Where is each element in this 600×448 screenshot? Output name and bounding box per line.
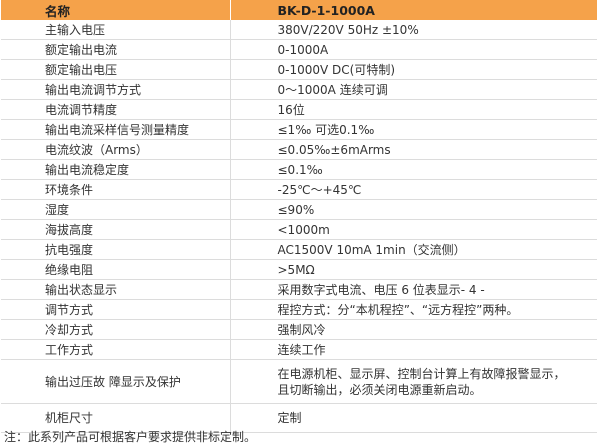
- param-value: ≤0.1‰: [229, 159, 597, 180]
- param-value: AC1500V 10mA 1min（交流侧）: [229, 239, 597, 260]
- param-name: 输出电流采样信号测量精度: [1, 119, 230, 140]
- param-name: 输出过压故 障显示及保护: [1, 359, 230, 404]
- table-row: 额定输出电压 0-1000V DC(可特制): [1, 59, 597, 80]
- param-name: 额定输出电压: [1, 59, 230, 80]
- param-value: 16位: [229, 99, 597, 120]
- param-value: ≤1‰ 可选0.1‰: [229, 119, 597, 140]
- param-name: 湿度: [1, 199, 230, 220]
- param-value: 0-1000A: [229, 39, 597, 60]
- table-row: 电流纹波（Arms） ≤0.05‰±6mArms: [1, 139, 597, 160]
- table-row: 冷却方式 强制风冷: [1, 319, 597, 340]
- table-row: 输出过压故 障显示及保护 在电源机柜、显示屏、控制台计算上有故障报警显示， 且切断输…: [1, 359, 597, 404]
- table-row: 输出电流稳定度 ≤0.1‰: [1, 159, 597, 180]
- table-row: 机柜尺寸 定制: [1, 403, 597, 433]
- param-value: 程控方式：分“本机程控”、“远方程控”两种。: [229, 299, 597, 320]
- param-name: 输出电流调节方式: [1, 79, 230, 100]
- table-row: 输出电流采样信号测量精度 ≤1‰ 可选0.1‰: [1, 119, 597, 140]
- table-row: 主输入电压 380V/220V 50Hz ±10%: [1, 20, 597, 40]
- param-name: 调节方式: [1, 299, 230, 320]
- param-value: 定制: [229, 403, 597, 433]
- param-value: 采用数字式电流、电压 6 位表显示- 4 -: [229, 279, 597, 300]
- header-model: BK-D-1-1000A: [230, 0, 597, 20]
- table-row: 电流调节精度 16位: [1, 99, 597, 120]
- table-row: 抗电强度 AC1500V 10mA 1min（交流侧）: [1, 239, 597, 260]
- param-name: 机柜尺寸: [1, 403, 230, 433]
- footnote: 注：此系列产品可根据客户要求提供非标定制。: [4, 430, 257, 444]
- param-name: 输出电流稳定度: [1, 159, 230, 180]
- param-value: -25℃～+45℃: [229, 179, 597, 200]
- param-name: 冷却方式: [1, 319, 230, 340]
- table-row: 输出电流调节方式 0～1000A 连续可调: [1, 79, 597, 100]
- param-value: 380V/220V 50Hz ±10%: [229, 20, 597, 40]
- param-value: 在电源机柜、显示屏、控制台计算上有故障报警显示， 且切断输出，必须关闭电源重新启动…: [229, 359, 597, 404]
- table-row: 输出状态显示 采用数字式电流、电压 6 位表显示- 4 -: [1, 279, 597, 300]
- table-row: 环境条件 -25℃～+45℃: [1, 179, 597, 200]
- spec-table: 名称 BK-D-1-1000A 主输入电压 380V/220V 50Hz ±10%…: [1, 0, 597, 433]
- param-name: 环境条件: [1, 179, 230, 200]
- table-row: 海拔高度 <1000m: [1, 219, 597, 240]
- table-row: 绝缘电阻 >5MΩ: [1, 259, 597, 280]
- param-value: 连续工作: [229, 339, 597, 360]
- param-name: 绝缘电阻: [1, 259, 230, 280]
- param-name: 主输入电压: [1, 20, 230, 40]
- header-name: 名称: [1, 0, 231, 20]
- param-value-line: 在电源机柜、显示屏、控制台计算上有故障报警显示，: [277, 366, 566, 381]
- table-row: 湿度 ≤90%: [1, 199, 597, 220]
- param-value: 强制风冷: [229, 319, 597, 340]
- param-name: 电流调节精度: [1, 99, 230, 120]
- param-name: 工作方式: [1, 339, 230, 360]
- param-value-line: 且切断输出，必须关闭电源重新启动。: [277, 382, 482, 397]
- table-row: 工作方式 连续工作: [1, 339, 597, 360]
- param-value: 0-1000V DC(可特制): [229, 59, 597, 80]
- table-row: 调节方式 程控方式：分“本机程控”、“远方程控”两种。: [1, 299, 597, 320]
- param-value: <1000m: [229, 219, 597, 240]
- table-row: 额定输出电流 0-1000A: [1, 39, 597, 60]
- table-header-row: 名称 BK-D-1-1000A: [1, 0, 597, 20]
- param-value: ≤0.05‰±6mArms: [229, 139, 597, 160]
- param-value: ≤90%: [229, 199, 597, 220]
- param-name: 输出状态显示: [1, 279, 230, 300]
- param-name: 电流纹波（Arms）: [1, 139, 230, 160]
- table-body: 主输入电压 380V/220V 50Hz ±10% 额定输出电流 0-1000A 额定输…: [1, 20, 597, 433]
- param-name: 额定输出电流: [1, 39, 230, 60]
- param-name: 海拔高度: [1, 219, 230, 240]
- param-name: 抗电强度: [1, 239, 230, 260]
- param-value: 0～1000A 连续可调: [229, 79, 597, 100]
- param-value: >5MΩ: [229, 259, 597, 280]
